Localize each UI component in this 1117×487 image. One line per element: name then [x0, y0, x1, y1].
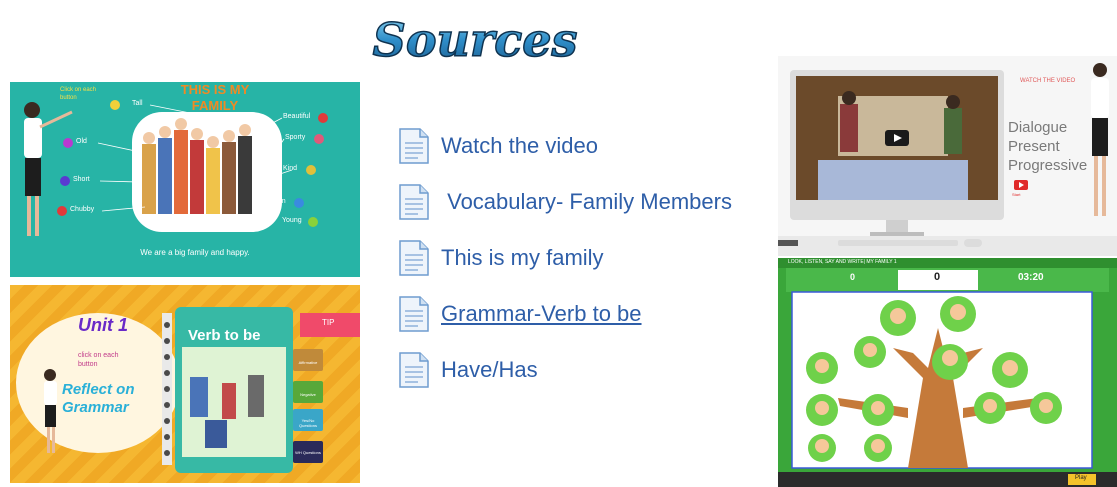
score-center: 0	[934, 271, 941, 283]
sources-title-text: Sources	[373, 13, 578, 67]
link-watch-video[interactable]: Watch the video	[441, 133, 598, 159]
dialogue-label: Dialogue	[1008, 119, 1068, 136]
link-item-have-has[interactable]: Have/Has	[398, 342, 768, 398]
family-caption: We are a big family and happy.	[140, 248, 250, 257]
family-tree-game-thumbnail[interactable]: LOOK, LISTEN, SAY AND WRITE| MY FAMILY 1…	[778, 258, 1117, 487]
present-label: Present	[1008, 138, 1060, 155]
video-dialogue-thumbnail[interactable]: WATCH THE VIDEO Dialogue Present Progres…	[778, 56, 1117, 256]
game-header: LOOK, LISTEN, SAY AND WRITE| MY FAMILY 1	[788, 259, 897, 265]
word-old[interactable]: Old	[76, 138, 87, 145]
verb-to-be-heading: Verb to be	[188, 327, 261, 344]
wh-questions-button[interactable]: WH Questions	[294, 450, 322, 455]
sources-link-list: Watch the video Vocabulary- Family Membe…	[398, 118, 768, 398]
negative-button[interactable]: Negative	[294, 392, 322, 397]
word-tall[interactable]: Tall	[132, 100, 143, 107]
link-item-vocabulary[interactable]: Vocabulary- Family Members	[398, 174, 768, 230]
link-this-is-my-family[interactable]: This is my family	[441, 245, 604, 271]
word-young[interactable]: Young	[282, 217, 302, 224]
tip-tab[interactable]: TIP	[322, 318, 334, 327]
link-have-has[interactable]: Have/Has	[441, 357, 538, 383]
reflect-on-grammar: Reflect on Grammar	[62, 381, 135, 416]
watch-the-video-label: WATCH THE VIDEO	[1020, 78, 1076, 84]
link-item-this-is-my-family[interactable]: This is my family	[398, 230, 768, 286]
timer: 03:20	[1018, 272, 1044, 283]
family-title: THIS IS MY FAMILY	[180, 82, 250, 113]
play-button[interactable]: Play	[1075, 475, 1087, 481]
link-grammar-verb-to-be[interactable]: Grammar-Verb to be	[441, 301, 642, 327]
grammar-verb-to-be-thumbnail[interactable]: Unit 1 click on each button Reflect on G…	[10, 285, 360, 483]
document-icon	[399, 240, 429, 276]
document-icon	[399, 296, 429, 332]
affirmative-button[interactable]: Affirmative	[294, 360, 322, 365]
document-icon	[399, 128, 429, 164]
yes-no-questions-button[interactable]: Yes/No Questions	[294, 418, 322, 428]
link-item-grammar-verb-to-be[interactable]: Grammar-Verb to be	[398, 286, 768, 342]
word-short[interactable]: Short	[73, 176, 90, 183]
document-icon	[399, 184, 429, 220]
family-hint: Click on each button	[60, 87, 97, 101]
family-vocabulary-thumbnail[interactable]: THIS IS MY FAMILY Click on each button T…	[10, 82, 360, 277]
word-beautiful[interactable]: Beautiful	[283, 113, 310, 120]
unit-label: Unit 1	[78, 315, 129, 335]
word-chubby[interactable]: Chubby	[70, 206, 94, 213]
progressive-label: Progressive	[1008, 157, 1088, 174]
document-icon	[399, 352, 429, 388]
word-thin[interactable]: Thin	[272, 198, 286, 205]
word-kind[interactable]: Kind	[283, 165, 297, 172]
score-left: 0	[850, 272, 856, 282]
grammar-hint: click on each button	[78, 352, 119, 368]
link-item-watch-video[interactable]: Watch the video	[398, 118, 768, 174]
youtube-start-label[interactable]: Start	[1012, 192, 1020, 197]
family-tree-illustration	[778, 258, 1117, 487]
sources-title: Sources	[372, 12, 578, 68]
link-vocabulary-family-members[interactable]: Vocabulary- Family Members	[441, 189, 732, 215]
word-sporty[interactable]: Sporty	[285, 134, 305, 141]
